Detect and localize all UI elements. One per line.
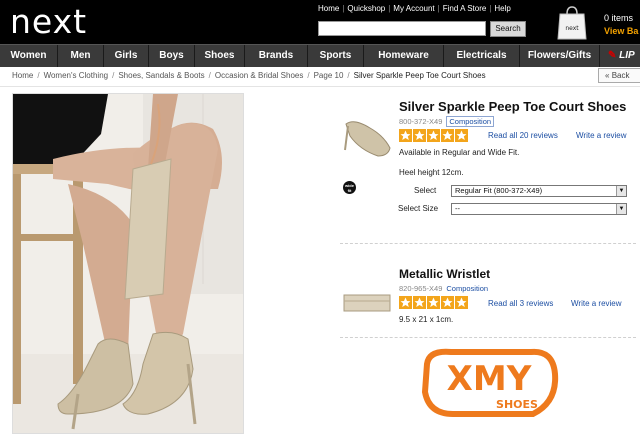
top-link-help[interactable]: Help — [494, 4, 510, 13]
fit-select-value: Regular Fit (800-372-X49) — [455, 186, 543, 195]
separator: | — [489, 4, 492, 13]
product1-thumbnail[interactable] — [340, 104, 396, 160]
breadcrumb-shoes[interactable]: Shoes, Sandals & Boots — [118, 71, 204, 80]
lipsy-logo-icon: ✎ — [608, 50, 617, 61]
size-select[interactable]: -- ▼ — [451, 203, 627, 215]
breadcrumb-occasion[interactable]: Occasion & Bridal Shoes — [215, 71, 304, 80]
product2-composition-link[interactable]: Composition — [446, 284, 488, 293]
top-link-my-account[interactable]: My Account — [393, 4, 434, 13]
product2-dimensions: 9.5 x 21 x 1cm. — [399, 315, 454, 324]
top-link-home[interactable]: Home — [318, 4, 339, 13]
product1-read-reviews-link[interactable]: Read all 20 reviews — [488, 131, 558, 140]
nav-girls[interactable]: Girls — [104, 45, 149, 67]
nav-brands[interactable]: Brands — [245, 45, 308, 67]
product1-code: 800-372-X49 — [399, 117, 443, 126]
nav-flowers-gifts[interactable]: Flowers/Gifts — [520, 45, 600, 67]
star-icon — [427, 296, 440, 309]
nav-sports[interactable]: Sports — [308, 45, 364, 67]
nav-homeware[interactable]: Homeware — [364, 45, 444, 67]
nav-men[interactable]: Men — [58, 45, 104, 67]
star-icon — [427, 129, 440, 142]
star-icon — [455, 129, 468, 142]
product2-code: 820-965-X49 — [399, 284, 443, 293]
nav-lipsy-label: LIP — [619, 50, 635, 61]
star-icon — [441, 296, 454, 309]
breadcrumb-separator: / — [208, 71, 211, 80]
breadcrumb: Home / Women's Clothing / Shoes, Sandals & B… — [12, 71, 486, 80]
breadcrumb-separator: / — [37, 71, 40, 80]
product2-read-reviews-link[interactable]: Read all 3 reviews — [488, 299, 553, 308]
star-icon — [399, 296, 412, 309]
nav-shoes[interactable]: Shoes — [195, 45, 245, 67]
divider — [0, 86, 640, 87]
breadcrumb-separator: / — [307, 71, 310, 80]
nav-electricals[interactable]: Electricals — [444, 45, 520, 67]
nav-women[interactable]: Women — [0, 45, 58, 67]
breadcrumb-womens-clothing[interactable]: Women's Clothing — [44, 71, 109, 80]
product1-rating — [399, 129, 468, 142]
star-icon — [413, 129, 426, 142]
watermark-line2: SHOES — [496, 398, 538, 411]
product1-heel-height: Heel height 12cm. — [399, 168, 464, 177]
divider — [340, 337, 636, 338]
back-label: Back — [611, 71, 630, 80]
view-bag-link[interactable]: View Ba — [604, 25, 638, 38]
bag-summary[interactable]: 0 items View Ba — [604, 12, 638, 38]
top-link-find-store[interactable]: Find A Store — [443, 4, 487, 13]
top-link-quickshop[interactable]: Quickshop — [347, 4, 385, 13]
search-input[interactable] — [318, 21, 486, 36]
main-nav: Women Men Girls Boys Shoes Brands Sports… — [0, 44, 640, 67]
bag-count: 0 items — [604, 13, 634, 23]
product1-write-review-link[interactable]: Write a review — [576, 131, 627, 140]
size-select-value: -- — [455, 204, 460, 213]
star-icon — [399, 129, 412, 142]
product1-code-row: 800-372-X49 Composition — [399, 116, 495, 127]
chevron-down-icon: ▼ — [616, 186, 626, 196]
chevron-down-icon: ▼ — [616, 204, 626, 214]
separator: | — [437, 4, 440, 13]
breadcrumb-separator: / — [112, 71, 115, 80]
product2-title[interactable]: Metallic Wristlet — [399, 267, 490, 281]
next-logo[interactable]: next — [10, 2, 87, 41]
separator: | — [388, 4, 391, 13]
model-photo — [13, 94, 243, 433]
back-button[interactable]: « Back — [598, 68, 640, 83]
product2-thumbnail[interactable] — [342, 291, 392, 315]
search-button[interactable]: Search — [490, 21, 526, 37]
nav-boys[interactable]: Boys — [149, 45, 195, 67]
star-icon — [455, 296, 468, 309]
product1-composition-link[interactable]: Composition — [446, 116, 495, 127]
wide-fit-badge-icon: wide fit — [343, 181, 356, 194]
svg-text:next: next — [565, 25, 579, 32]
product2-code-row: 820-965-X49 Composition — [399, 284, 488, 293]
size-select-label: Select Size — [398, 204, 439, 213]
product2-write-review-link[interactable]: Write a review — [571, 299, 622, 308]
star-icon — [413, 296, 426, 309]
divider — [340, 243, 636, 244]
fit-select-label: Select — [414, 186, 437, 195]
product2-rating — [399, 296, 468, 309]
product1-title[interactable]: Silver Sparkle Peep Toe Court Shoes — [399, 99, 626, 114]
nav-lipsy[interactable]: ✎ LIP — [600, 45, 635, 67]
top-links: Home | Quickshop | My Account | Find A Store | H… — [318, 4, 511, 13]
star-icon — [441, 129, 454, 142]
watermark-line1: XMY — [447, 359, 532, 399]
xmy-shoes-watermark-logo: XMY SHOES — [421, 348, 559, 417]
breadcrumb-current: Silver Sparkle Peep Toe Court Shoes — [353, 71, 486, 80]
product1-description: Available in Regular and Wide Fit. — [399, 148, 520, 157]
breadcrumb-separator: / — [347, 71, 350, 80]
shopping-bag-icon[interactable]: next — [556, 4, 588, 40]
breadcrumb-page[interactable]: Page 10 — [314, 71, 344, 80]
product-main-image[interactable] — [12, 93, 244, 434]
separator: | — [342, 4, 345, 13]
fit-select[interactable]: Regular Fit (800-372-X49) ▼ — [451, 185, 627, 197]
back-arrow-icon: « — [605, 71, 610, 80]
breadcrumb-home[interactable]: Home — [12, 71, 33, 80]
site-header: next Home | Quickshop | My Account | Find A St… — [0, 0, 640, 44]
